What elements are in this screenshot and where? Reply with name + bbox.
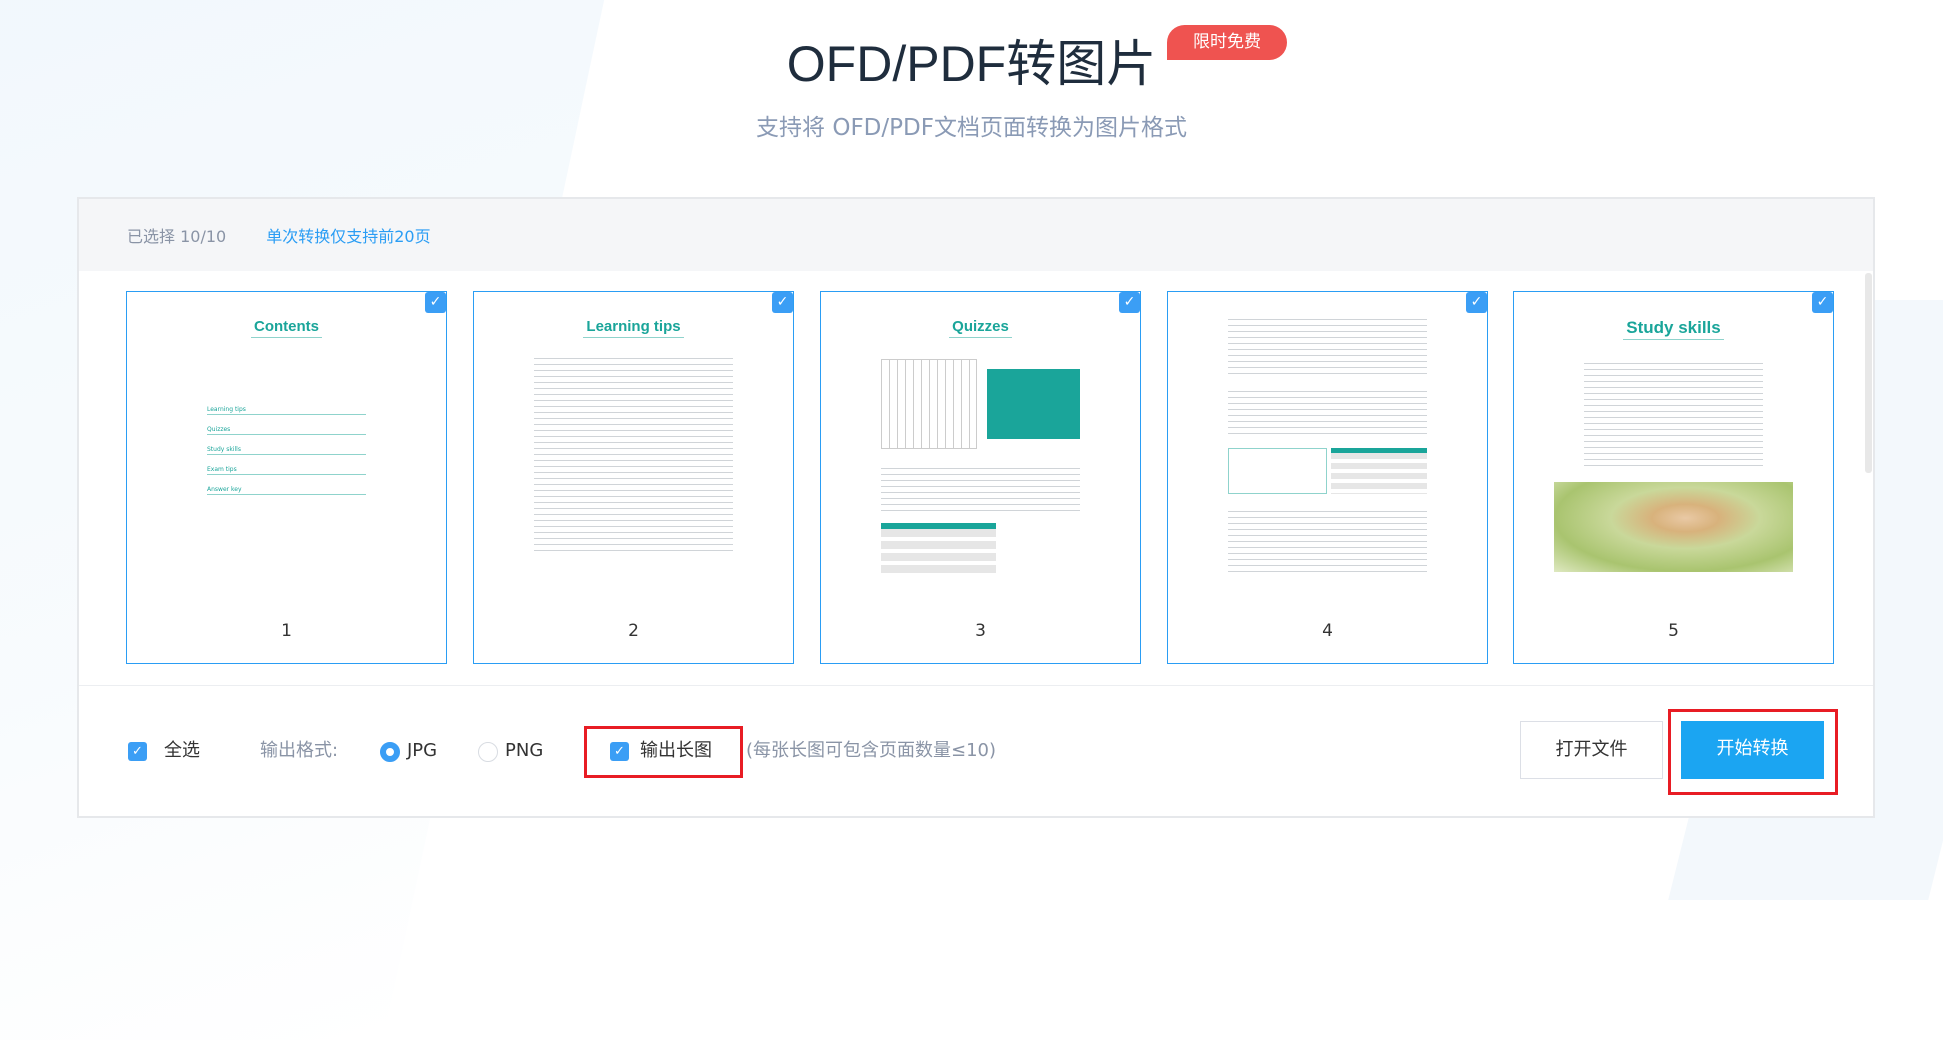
page-title: OFD/PDF转图片 bbox=[786, 36, 1157, 92]
page-preview: Study skills bbox=[1554, 314, 1793, 604]
toc-item: Learning tips bbox=[207, 395, 366, 415]
text-lines bbox=[1228, 386, 1427, 436]
page-preview: Quizzes bbox=[861, 314, 1100, 604]
page-number: 4 bbox=[1322, 621, 1333, 641]
text-lines bbox=[534, 353, 733, 553]
page-thumbnail[interactable]: Study skills ✓ 5 bbox=[1513, 291, 1834, 664]
page-heading: Contents bbox=[251, 318, 322, 338]
page-preview bbox=[1208, 314, 1447, 604]
page-thumbnail[interactable]: Contents Learning tips Quizzes Study ski… bbox=[126, 291, 447, 664]
toc-item: Exam tips bbox=[207, 455, 366, 475]
long-image-hint: (每张长图可包含页面数量≤10) bbox=[746, 740, 997, 761]
teal-table bbox=[986, 369, 1080, 439]
format-label: 输出格式: bbox=[260, 740, 339, 761]
start-convert-button[interactable]: 开始转换 bbox=[1681, 721, 1824, 779]
toc-list: Learning tips Quizzes Study skills Exam … bbox=[207, 395, 366, 495]
divider bbox=[79, 685, 1873, 686]
page-checkbox[interactable]: ✓ bbox=[1119, 292, 1140, 313]
word-grid bbox=[881, 359, 977, 449]
open-file-button[interactable]: 打开文件 bbox=[1520, 721, 1663, 779]
jpg-label[interactable]: JPG bbox=[407, 741, 437, 761]
page-heading: Study skills bbox=[1623, 318, 1724, 340]
page-checkbox[interactable]: ✓ bbox=[425, 292, 446, 313]
panel-header: 已选择 10/10 单次转换仅支持前20页 bbox=[79, 199, 1873, 271]
png-label[interactable]: PNG bbox=[505, 741, 543, 761]
page-checkbox[interactable]: ✓ bbox=[1466, 292, 1487, 313]
text-lines bbox=[1228, 506, 1427, 576]
select-all-label[interactable]: 全选 bbox=[164, 741, 200, 761]
student-photo bbox=[1554, 482, 1793, 572]
toc-item: Study skills bbox=[207, 435, 366, 455]
page-heading: Quizzes bbox=[949, 318, 1012, 338]
free-badge: 限时免费 bbox=[1167, 25, 1287, 60]
text-lines bbox=[1584, 358, 1763, 468]
page-checkbox[interactable]: ✓ bbox=[1812, 292, 1833, 313]
selected-count: 已选择 10/10 bbox=[127, 227, 227, 246]
page-preview: Contents Learning tips Quizzes Study ski… bbox=[167, 314, 406, 604]
table bbox=[1330, 448, 1427, 494]
scrollbar[interactable] bbox=[1865, 273, 1872, 473]
long-image-checkbox[interactable]: ✓ bbox=[610, 742, 629, 761]
toc-item: Answer key bbox=[207, 475, 366, 495]
page-thumbnail[interactable]: ✓ 4 bbox=[1167, 291, 1488, 664]
long-image-label[interactable]: 输出长图 bbox=[640, 741, 712, 761]
page-number: 5 bbox=[1668, 621, 1679, 641]
page-limit-tip: 单次转换仅支持前20页 bbox=[266, 227, 431, 246]
png-radio[interactable] bbox=[478, 742, 498, 762]
text-lines bbox=[881, 463, 1080, 513]
text-lines bbox=[1228, 314, 1427, 374]
page-subtitle: 支持将 OFD/PDF文档页面转换为图片格式 bbox=[756, 115, 1187, 141]
toc-item: Quizzes bbox=[207, 415, 366, 435]
conversion-panel: 已选择 10/10 单次转换仅支持前20页 Contents Learning … bbox=[77, 197, 1875, 818]
page-number: 3 bbox=[975, 621, 986, 641]
select-all-checkbox[interactable]: ✓ bbox=[128, 742, 147, 761]
page-heading: Learning tips bbox=[583, 318, 684, 338]
page-number: 2 bbox=[628, 621, 639, 641]
page-thumbnail[interactable]: Quizzes ✓ 3 bbox=[820, 291, 1141, 664]
jpg-radio[interactable] bbox=[380, 742, 400, 762]
page-thumbnail[interactable]: Learning tips ✓ 2 bbox=[473, 291, 794, 664]
page-preview: Learning tips bbox=[514, 314, 753, 604]
table bbox=[881, 523, 996, 573]
word-box bbox=[1228, 448, 1327, 494]
page-checkbox[interactable]: ✓ bbox=[772, 292, 793, 313]
page-number: 1 bbox=[281, 621, 292, 641]
